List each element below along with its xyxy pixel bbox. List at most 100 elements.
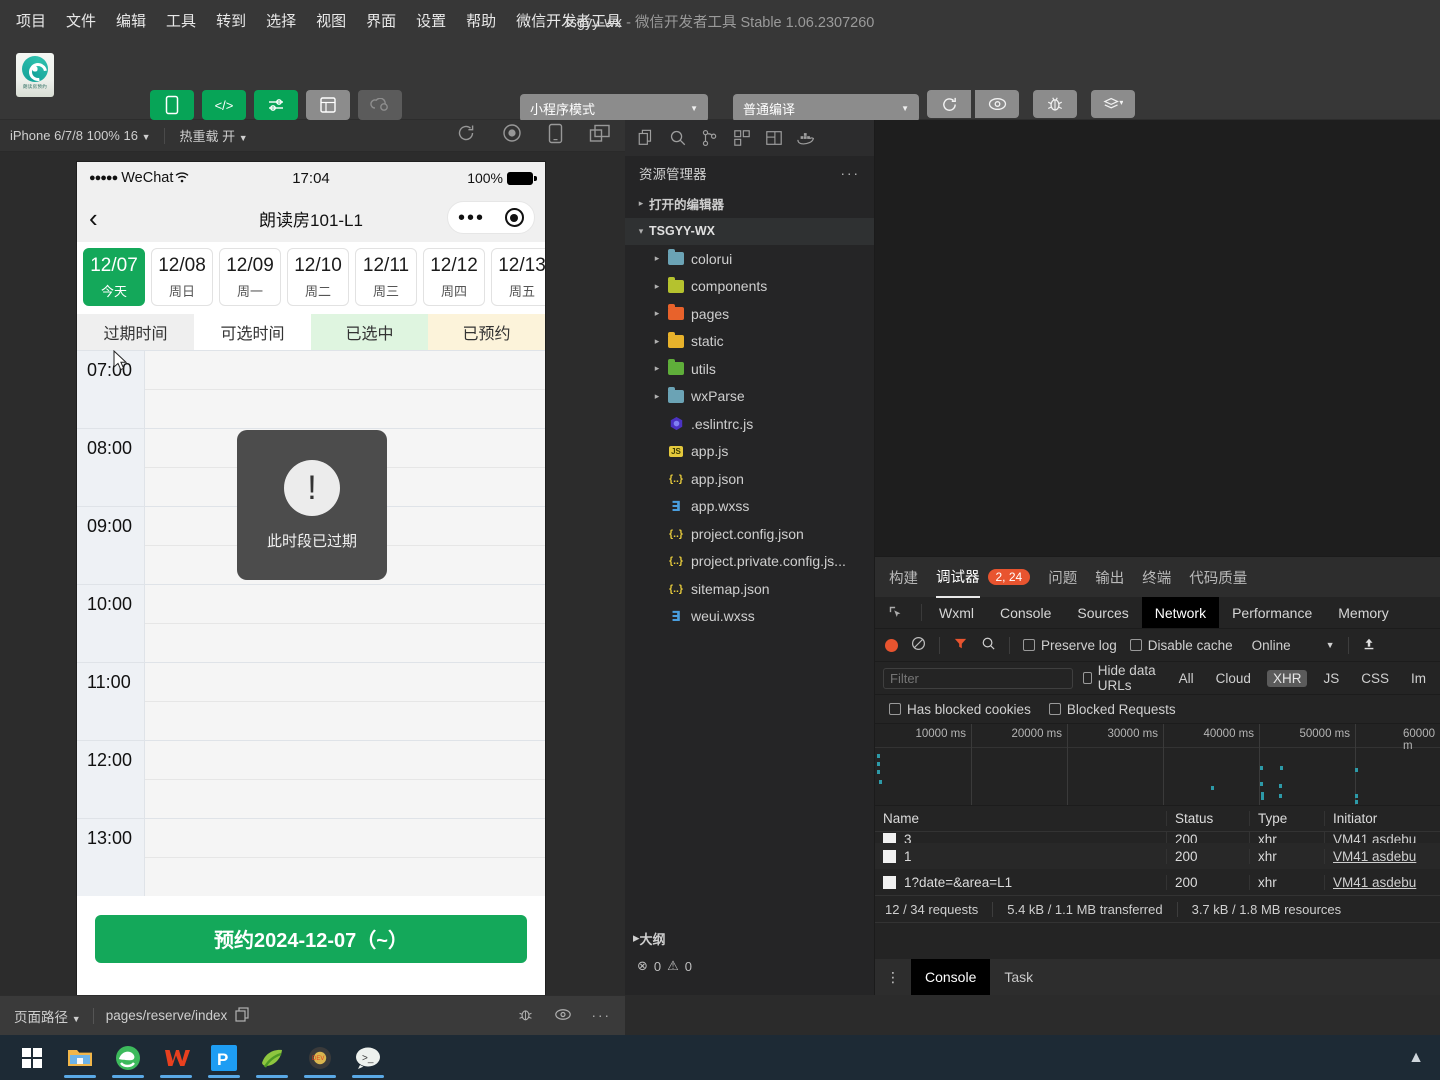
explorer-item-app-json[interactable]: {..} app.json — [625, 465, 874, 493]
hot-reload-select[interactable]: 热重载 开 ▼ — [179, 126, 247, 145]
more-icon[interactable]: ••• — [458, 208, 485, 228]
date-chip-1212[interactable]: 12/12 周四 — [423, 248, 485, 306]
explorer-outline-section[interactable]: ▸ 大纲 — [625, 925, 875, 951]
explorer-item-pages[interactable]: ▸ pages — [625, 300, 874, 328]
explorer-item-app-js[interactable]: JS app.js — [625, 438, 874, 466]
explorer-item-components[interactable]: ▸ components — [625, 273, 874, 301]
bug-icon[interactable] — [517, 1006, 534, 1026]
mode-select[interactable]: 小程序模式 ▼ — [520, 94, 708, 122]
explorer-more-icon[interactable]: ··· — [841, 166, 861, 181]
filter-type-cloud[interactable]: Cloud — [1210, 670, 1257, 687]
table-row[interactable]: 1 200 xhr VM41 asdebu — [875, 843, 1440, 869]
tab-debugger[interactable]: 调试器 — [936, 556, 980, 598]
menu-item-edit[interactable]: 编辑 — [114, 8, 148, 33]
tab-code-quality[interactable]: 代码质量 — [1189, 557, 1247, 597]
target-icon[interactable] — [504, 208, 524, 227]
drawer-tab-console[interactable]: Console — [911, 959, 991, 995]
table-row[interactable]: 3 200 xhr VM41 asdebu — [875, 832, 1440, 843]
filter-type-xhr[interactable]: XHR — [1266, 669, 1308, 687]
blocked-requests-checkbox[interactable]: Blocked Requests — [1048, 702, 1176, 717]
date-chip-1208[interactable]: 12/08 周日 — [151, 248, 213, 306]
slot-cell[interactable] — [145, 741, 545, 779]
column-header-name[interactable]: Name — [875, 811, 1167, 826]
start-button[interactable] — [8, 1035, 56, 1080]
taskbar-wechat-devtools[interactable]: >_ — [344, 1035, 392, 1080]
menu-item-devtools[interactable]: 微信开发者工具 — [514, 8, 623, 33]
device-select[interactable]: iPhone 6/7/8 100% 16 ▼ — [10, 128, 150, 143]
filter-input[interactable] — [883, 667, 1073, 689]
slot-cell[interactable] — [145, 623, 545, 662]
disable-cache-checkbox[interactable]: Disable cache — [1129, 638, 1233, 653]
explorer-item-app-wxss[interactable]: ∃ app.wxss — [625, 493, 874, 521]
taskbar-pycharm[interactable]: P — [200, 1035, 248, 1080]
slot-cell[interactable] — [145, 351, 545, 389]
copy-icon[interactable] — [235, 1006, 249, 1025]
date-chip-1213[interactable]: 12/13 周五 — [491, 248, 545, 306]
explorer-item-project-config[interactable]: {..} project.config.json — [625, 520, 874, 548]
subtab-wxml[interactable]: Wxml — [926, 597, 987, 628]
book-button[interactable]: 预约2024-12-07（~） — [95, 914, 527, 963]
explorer-item-colorui[interactable]: ▸ colorui — [625, 245, 874, 273]
subtab-console[interactable]: Console — [987, 597, 1064, 628]
has-blocked-cookies-checkbox[interactable]: Has blocked cookies — [889, 702, 1031, 717]
initiator-link[interactable]: VM41 asdebu — [1333, 875, 1416, 890]
menu-item-select[interactable]: 选择 — [264, 8, 298, 33]
column-header-type[interactable]: Type — [1250, 811, 1325, 826]
column-header-initiator[interactable]: Initiator — [1325, 811, 1440, 826]
taskbar-devtools-gear[interactable]: DEV — [296, 1035, 344, 1080]
explorer-item-utils[interactable]: ▸ utils — [625, 355, 874, 383]
filter-type-all[interactable]: All — [1173, 670, 1200, 687]
date-chip-1210[interactable]: 12/10 周二 — [287, 248, 349, 306]
wechat-capsule[interactable]: ••• — [447, 201, 535, 234]
menu-item-goto[interactable]: 转到 — [214, 8, 248, 33]
taskbar-file-explorer[interactable] — [56, 1035, 104, 1080]
taskbar-navicat[interactable] — [248, 1035, 296, 1080]
table-row[interactable]: 1?date=&area=L1 200 xhr VM41 asdebu — [875, 869, 1440, 895]
compile-mode-select[interactable]: 普通编译 ▼ — [733, 94, 919, 122]
filter-type-img[interactable]: Im — [1405, 670, 1432, 687]
upload-icon[interactable] — [1362, 637, 1376, 654]
more-icon[interactable]: ··· — [592, 1008, 612, 1023]
source-control-icon[interactable] — [701, 129, 719, 147]
slot-cell[interactable] — [145, 819, 545, 857]
hide-data-urls-checkbox[interactable]: Hide data URLs — [1083, 663, 1163, 693]
filter-icon[interactable] — [953, 636, 968, 654]
menu-item-tools[interactable]: 工具 — [164, 8, 198, 33]
search-icon[interactable] — [669, 129, 687, 147]
slot-cell[interactable] — [145, 585, 545, 623]
tab-problems[interactable]: 问题 — [1048, 557, 1077, 597]
problems-status[interactable]: ⊗ 0 ⚠ 0 — [625, 953, 875, 979]
taskbar-wps-office[interactable] — [152, 1035, 200, 1080]
kebab-menu-icon[interactable]: ⋮ — [875, 970, 911, 984]
date-chip-1207[interactable]: 12/07 今天 — [83, 248, 145, 306]
show-hidden-icons-button[interactable]: ▲ — [1408, 1049, 1424, 1067]
tab-output[interactable]: 输出 — [1095, 557, 1124, 597]
extensions-icon[interactable] — [733, 129, 751, 147]
menu-item-view[interactable]: 视图 — [314, 8, 348, 33]
date-chip-1211[interactable]: 12/11 周三 — [355, 248, 417, 306]
subtab-network[interactable]: Network — [1141, 597, 1220, 628]
explorer-item-project-private-config[interactable]: {..} project.private.config.js... — [625, 548, 874, 576]
subtab-performance[interactable]: Performance — [1219, 597, 1325, 628]
search-icon[interactable] — [981, 636, 996, 654]
network-timeline[interactable]: 10000 ms 20000 ms 30000 ms 40000 ms 5000… — [875, 724, 1440, 806]
files-icon[interactable] — [637, 129, 655, 147]
slot-cell[interactable] — [145, 779, 545, 818]
subtab-sources[interactable]: Sources — [1064, 597, 1141, 628]
multiwindow-icon[interactable] — [589, 124, 611, 148]
chevron-right-icon[interactable]: ▸ — [649, 363, 665, 374]
menu-item-interface[interactable]: 界面 — [364, 8, 398, 33]
explorer-item-weui-wxss[interactable]: ∃ weui.wxss — [625, 603, 874, 631]
refresh-icon[interactable] — [456, 123, 476, 148]
throttling-select[interactable]: Online — [1252, 638, 1291, 653]
chevron-right-icon[interactable]: ▸ — [649, 281, 665, 292]
drawer-tab-task[interactable]: Task — [990, 959, 1047, 995]
preserve-log-checkbox[interactable]: Preserve log — [1023, 638, 1117, 653]
page-path-label[interactable]: 页面路径 ▼ — [14, 1006, 81, 1026]
chevron-right-icon[interactable]: ▸ — [649, 308, 665, 319]
tab-terminal[interactable]: 终端 — [1142, 557, 1171, 597]
menu-item-project[interactable]: 项目 — [14, 8, 48, 33]
tab-build[interactable]: 构建 — [889, 557, 918, 597]
menu-item-help[interactable]: 帮助 — [464, 8, 498, 33]
date-chip-1209[interactable]: 12/09 周一 — [219, 248, 281, 306]
